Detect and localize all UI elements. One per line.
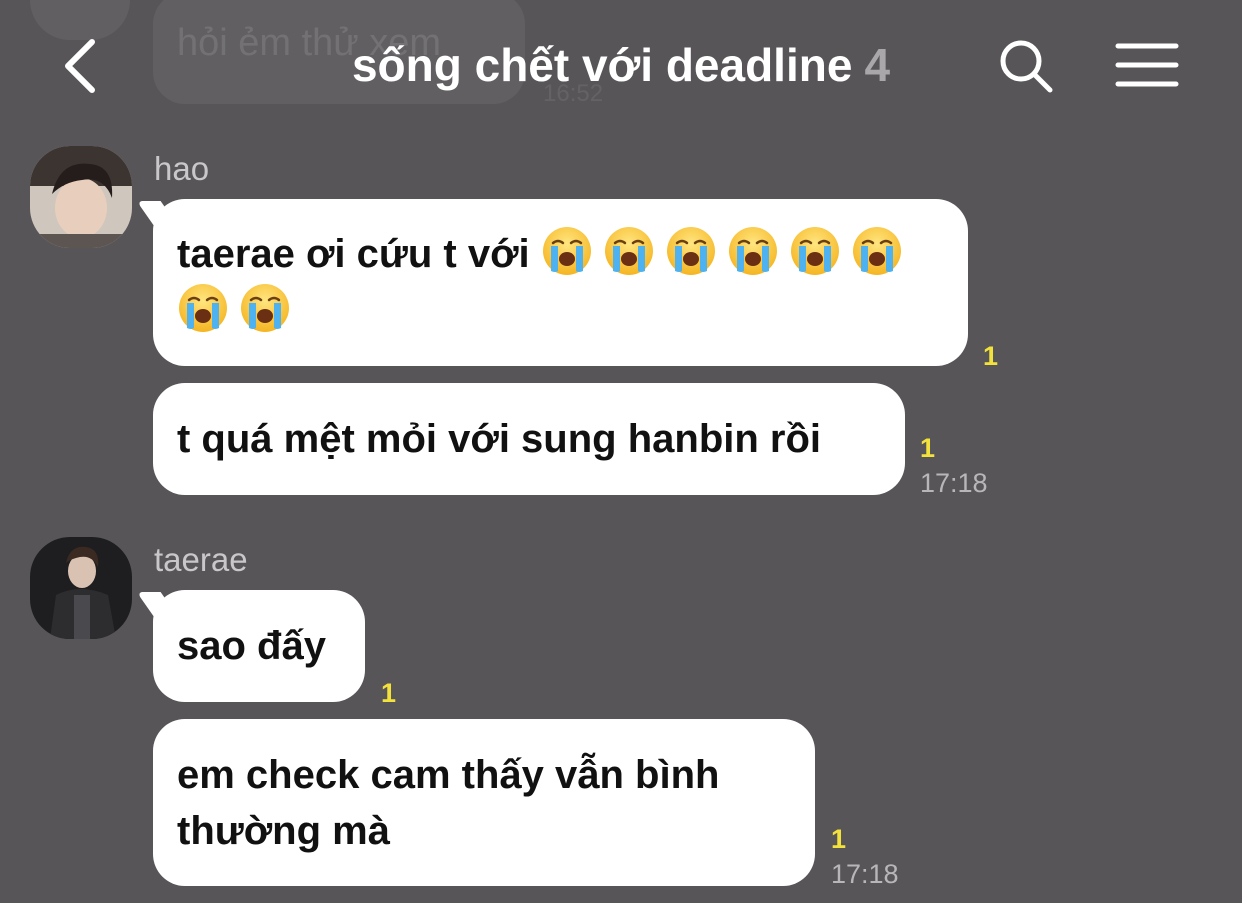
message-bubble[interactable]: sao đấy: [153, 590, 365, 702]
loudly-crying-face-icon: [241, 284, 289, 332]
sender-name: taerae: [154, 541, 248, 578]
loudly-crying-face-icon: [666, 227, 715, 275]
message-bubble[interactable]: taerae ơi cứu t với: [153, 199, 968, 366]
loudly-crying-face-icon: [790, 227, 839, 275]
unread-count: 1: [831, 824, 847, 854]
avatar[interactable]: [30, 537, 132, 639]
message-text: t quá mệt mỏi với sung hanbin rồi: [177, 417, 822, 461]
message-text: taerae ơi cứu t với: [177, 232, 530, 276]
hamburger-menu-icon: [1115, 43, 1179, 87]
avatar-photo-icon: [30, 146, 132, 248]
avatar-photo-icon: [30, 537, 132, 639]
unread-count: 1: [381, 678, 397, 708]
loudly-crying-face-icon: [179, 284, 227, 332]
loudly-crying-face-icon: [852, 227, 901, 275]
search-icon: [1000, 40, 1053, 93]
chat-screen: hỏi ẻm thử xem 16:52 sống chết với deadl…: [0, 0, 1242, 903]
message-time: 17:18: [831, 859, 899, 889]
message-bubble[interactable]: em check cam thấy vẫn bình thường mà: [153, 719, 815, 886]
search-button[interactable]: [998, 38, 1054, 94]
chat-title-text: sống chết với deadline: [351, 39, 853, 91]
menu-button[interactable]: [1115, 42, 1179, 88]
avatar[interactable]: [30, 146, 132, 248]
loudly-crying-face-icon: [728, 227, 777, 275]
sender-name: hao: [154, 150, 210, 187]
unread-count: 1: [983, 341, 999, 371]
loudly-crying-face-icon: [604, 227, 653, 275]
message-text: sao đấy: [177, 624, 326, 668]
message-bubble[interactable]: t quá mệt mỏi với sung hanbin rồi: [153, 383, 905, 495]
unread-count: 1: [920, 433, 936, 463]
member-count: 4: [864, 39, 891, 91]
message-text: em check cam thấy vẫn bình thường mà: [177, 753, 720, 853]
chat-title: sống chết với deadline 4: [0, 38, 1242, 92]
chat-header: sống chết với deadline 4: [0, 0, 1242, 130]
message-time: 17:18: [920, 468, 988, 498]
loudly-crying-face-icon: [542, 227, 591, 275]
